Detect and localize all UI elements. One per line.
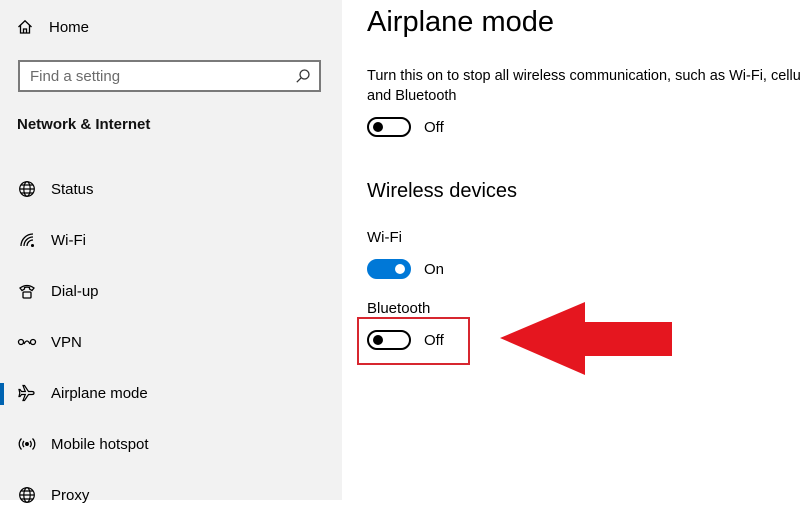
airplane-toggle-row: Off xyxy=(367,117,444,137)
settings-main: Airplane mode Turn this on to stop all w… xyxy=(342,0,800,500)
wifi-label: Wi-Fi xyxy=(367,229,402,246)
airplane-toggle-state: Off xyxy=(424,118,444,136)
home-icon xyxy=(17,19,33,35)
sidebar-item-wifi[interactable]: Wi-Fi xyxy=(0,220,342,260)
sidebar-item-airplane-mode[interactable]: Airplane mode xyxy=(0,373,342,413)
settings-sidebar: Home Network & Internet Status Wi-Fi Dia… xyxy=(0,0,342,504)
search-icon[interactable] xyxy=(295,68,311,89)
wireless-devices-title: Wireless devices xyxy=(367,180,518,202)
home-label: Home xyxy=(49,18,90,36)
sidebar-item-label: Status xyxy=(51,180,94,198)
sidebar-item-label: Wi-Fi xyxy=(51,231,86,249)
search-input[interactable] xyxy=(30,66,290,86)
airplane-description: Turn this on to stop all wireless commun… xyxy=(367,68,800,104)
sidebar-item-label: Proxy xyxy=(51,486,90,504)
bluetooth-label: Bluetooth xyxy=(367,300,431,317)
sidebar-item-status[interactable]: Status xyxy=(0,169,342,209)
wifi-toggle-row: On xyxy=(367,259,444,279)
toggle-knob xyxy=(373,122,383,132)
wifi-toggle-state: On xyxy=(424,260,445,278)
page-title: Airplane mode xyxy=(367,6,554,38)
wifi-icon xyxy=(17,230,37,250)
bluetooth-highlight-box xyxy=(357,317,470,365)
globe-icon xyxy=(17,485,37,505)
dialup-icon xyxy=(17,281,37,301)
sidebar-item-label: Dial-up xyxy=(51,282,99,300)
toggle-knob xyxy=(395,264,405,274)
search-box[interactable] xyxy=(18,60,321,92)
airplane-mode-toggle[interactable] xyxy=(367,117,411,137)
home-link[interactable]: Home xyxy=(17,14,89,40)
wifi-toggle[interactable] xyxy=(367,259,411,279)
red-arrow-annotation xyxy=(500,302,672,375)
section-title: Network & Internet xyxy=(17,116,151,133)
sidebar-item-label: Airplane mode xyxy=(51,384,148,402)
hotspot-icon xyxy=(17,434,37,454)
sidebar-item-dialup[interactable]: Dial-up xyxy=(0,271,342,311)
sidebar-item-mobile-hotspot[interactable]: Mobile hotspot xyxy=(0,424,342,464)
globe-icon xyxy=(17,179,37,199)
sidebar-item-proxy[interactable]: Proxy xyxy=(0,475,342,515)
sidebar-item-label: VPN xyxy=(51,333,82,351)
sidebar-item-vpn[interactable]: VPN xyxy=(0,322,342,362)
vpn-icon xyxy=(17,332,37,352)
airplane-icon xyxy=(17,383,37,403)
sidebar-item-label: Mobile hotspot xyxy=(51,435,149,453)
